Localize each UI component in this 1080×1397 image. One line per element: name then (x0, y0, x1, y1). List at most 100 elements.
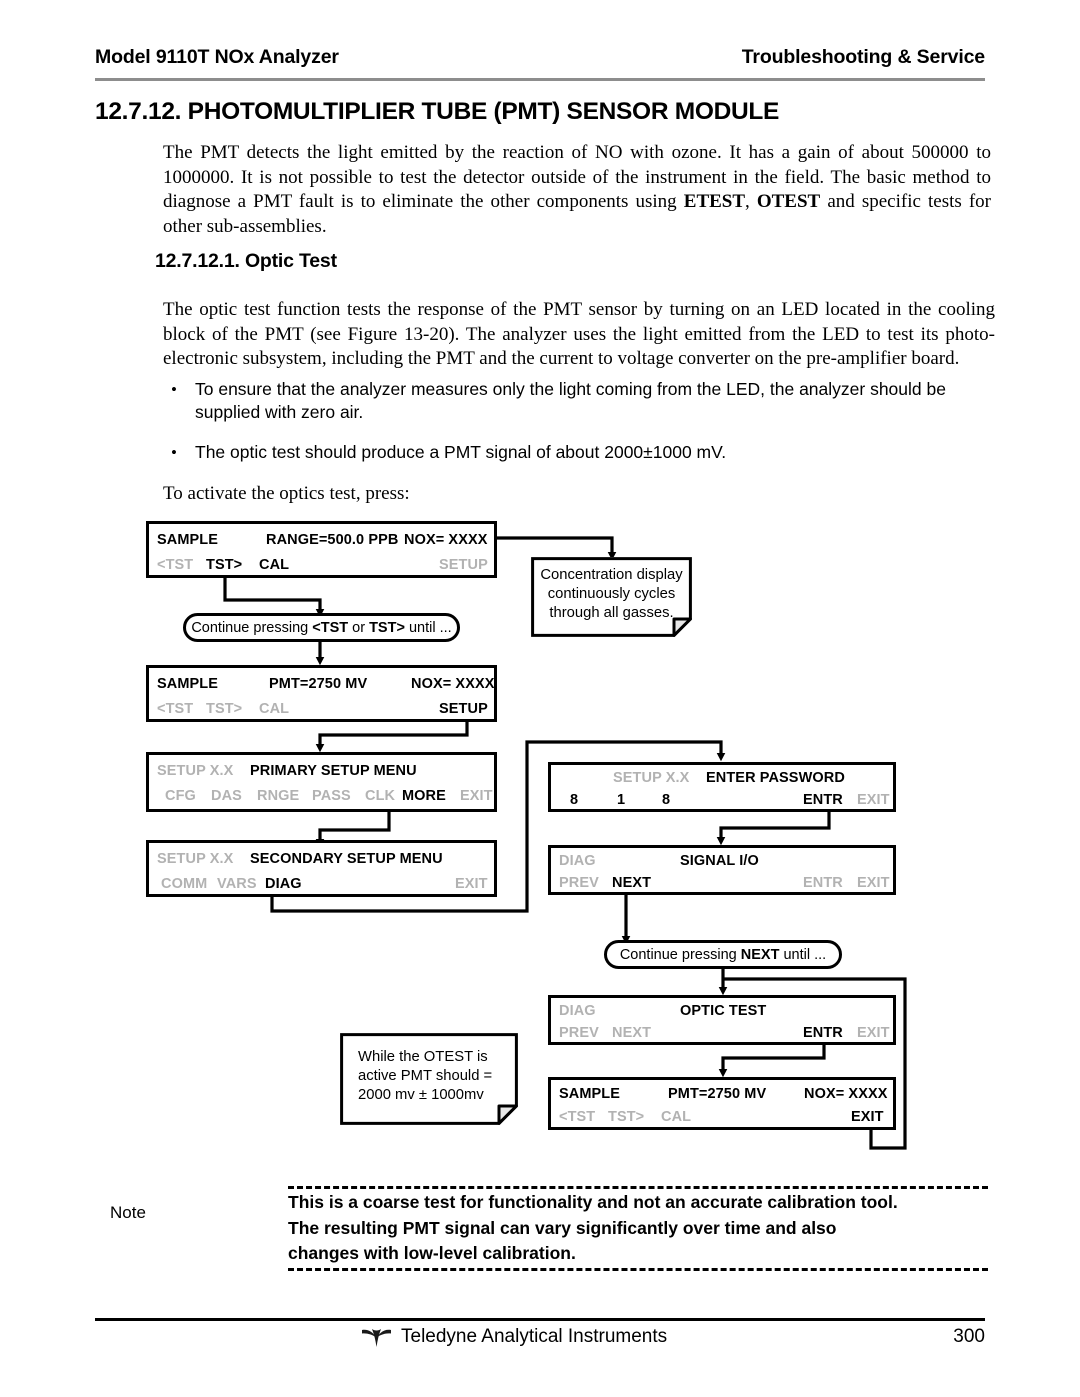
lcd-field-nox: NOX= XXXX (411, 676, 495, 692)
softkey-exit[interactable]: EXIT (857, 875, 890, 891)
softkey-diag[interactable]: DIAG (265, 876, 302, 892)
password-digit-3[interactable]: 8 (662, 792, 670, 808)
page-running-header: Model 9110T NOx Analyzer Troubleshooting… (95, 46, 985, 69)
lcd-panel-optic-test[interactable]: DIAG OPTIC TEST PREV NEXT ENTR EXIT (548, 995, 896, 1045)
bullet-marker-icon: • (171, 443, 177, 462)
softkey-setup[interactable]: SETUP (439, 701, 488, 717)
softkey-cal[interactable]: CAL (259, 557, 289, 573)
lcd-field-mode: SAMPLE (157, 532, 219, 548)
pill-key-tst-prev: <TST (312, 619, 349, 636)
pill-text-post: until ... (404, 619, 452, 636)
teledyne-logo-icon (362, 1328, 391, 1347)
softkey-next[interactable]: NEXT (612, 875, 651, 891)
softkey-cfg[interactable]: CFG (165, 788, 196, 804)
softkey-exit[interactable]: EXIT (455, 876, 488, 892)
lcd-row-status: DIAG SIGNAL I/O (551, 849, 893, 873)
softkey-comm[interactable]: COMM (161, 876, 207, 892)
softkey-prev[interactable]: PREV (559, 1025, 599, 1041)
softkey-das[interactable]: DAS (211, 788, 242, 804)
lcd-row-status: DIAG OPTIC TEST (551, 999, 893, 1023)
list-item: • To ensure that the analyzer measures o… (163, 378, 975, 424)
lcd-panel-secondary-setup-menu[interactable]: SETUP X.X SECONDARY SETUP MENU COMM VARS… (146, 840, 497, 897)
lcd-field-setup-id: SETUP X.X (157, 763, 234, 779)
softkey-next[interactable]: NEXT (612, 1025, 651, 1041)
note-block-bottom-rule (288, 1268, 988, 1271)
otest-term: OTEST (756, 191, 821, 212)
password-digit-1[interactable]: 8 (570, 792, 578, 808)
softkey-tst-next[interactable]: TST> (206, 701, 242, 717)
etest-term: ETEST (683, 191, 746, 212)
softkey-more[interactable]: MORE (402, 788, 446, 804)
note-block-top-rule (288, 1186, 988, 1189)
softkey-vars[interactable]: VARS (217, 876, 257, 892)
softkey-exit[interactable]: EXIT (851, 1109, 884, 1125)
lcd-row-status: SETUP X.X ENTER PASSWORD (551, 766, 893, 790)
lcd-field-menu-title: OPTIC TEST (680, 1003, 767, 1019)
note-body-line: The resulting PMT signal can vary signif… (288, 1217, 837, 1238)
softkey-rnge[interactable]: RNGE (257, 788, 299, 804)
softkey-entr[interactable]: ENTR (803, 1025, 843, 1041)
header-left-title: Model 9110T NOx Analyzer (95, 46, 339, 68)
softkey-exit[interactable]: EXIT (857, 792, 890, 808)
lcd-row-softkeys: <TST TST> CAL SETUP (149, 553, 494, 577)
softkey-pass[interactable]: PASS (312, 788, 351, 804)
lcd-row-softkeys: CFG DAS RNGE PASS CLK MORE EXIT (149, 784, 494, 808)
lcd-row-status: SETUP X.X PRIMARY SETUP MENU (149, 759, 494, 783)
softkey-exit[interactable]: EXIT (460, 788, 493, 804)
softkey-tst-next[interactable]: TST> (206, 557, 242, 573)
pill-text-post: until ... (779, 946, 827, 963)
softkey-setup[interactable]: SETUP (439, 557, 488, 573)
softkey-tst-prev[interactable]: <TST (157, 557, 193, 573)
note-line: While the OTEST is (358, 1048, 488, 1065)
note-line: active PMT should = (358, 1067, 493, 1084)
lcd-field-menu-title: PRIMARY SETUP MENU (250, 763, 417, 779)
intro-text-b: , (745, 191, 757, 212)
lcd-panel-sample-range[interactable]: SAMPLE RANGE=500.0 PPB NOX= XXXX <TST TS… (146, 521, 497, 578)
lcd-row-softkeys: PREV NEXT ENTR EXIT (551, 871, 893, 895)
lcd-panel-sample-pmt-first[interactable]: SAMPLE PMT=2750 MV NOX= XXXX <TST TST> C… (146, 665, 497, 722)
lcd-field-setup-id: SETUP X.X (157, 851, 234, 867)
lcd-row-status: SETUP X.X SECONDARY SETUP MENU (149, 847, 494, 871)
intro-paragraph: The PMT detects the light emitted by the… (163, 141, 991, 239)
bullet-marker-icon: • (171, 380, 177, 399)
pill-key-next: NEXT (740, 946, 780, 963)
note-body: This is a coarse test for functionality … (288, 1190, 988, 1267)
lcd-panel-primary-setup-menu[interactable]: SETUP X.X PRIMARY SETUP MENU CFG DAS RNG… (146, 752, 497, 812)
softkey-prev[interactable]: PREV (559, 875, 599, 891)
lcd-panel-enter-password[interactable]: SETUP X.X ENTER PASSWORD 8 1 8 ENTR EXIT (548, 762, 896, 812)
softkey-tst-prev[interactable]: <TST (157, 701, 193, 717)
page-number: 300 (953, 1326, 985, 1347)
list-item-label: The optic test should produce a PMT sign… (195, 442, 727, 462)
note-line: through all gasses. (549, 604, 674, 621)
instruction-pill-continue-next: Continue pressing NEXT until ... (604, 940, 842, 969)
note-text-block: While the OTEST is active PMT should = 2… (340, 1033, 518, 1125)
footer-company-name: Teledyne Analytical Instruments (401, 1326, 668, 1347)
lcd-field-nox: NOX= XXXX (404, 532, 488, 548)
lcd-panel-signal-io[interactable]: DIAG SIGNAL I/O PREV NEXT ENTR EXIT (548, 845, 896, 895)
lcd-field-range: RANGE=500.0 PPB (266, 532, 399, 548)
note-text-block: Concentration display continuously cycle… (531, 557, 692, 637)
note-line: 2000 mv ± 1000mv (358, 1086, 484, 1103)
pill-key-tst-next: TST> (369, 619, 405, 636)
softkey-cal[interactable]: CAL (661, 1109, 691, 1125)
note-body-line: changes with low-level calibration. (288, 1243, 576, 1263)
list-item-label: To ensure that the analyzer measures onl… (195, 379, 946, 422)
instruction-pill-continue-tst: Continue pressing <TST or TST> until ... (183, 613, 460, 642)
softkey-clk[interactable]: CLK (365, 788, 395, 804)
note-label: Note (110, 1203, 146, 1222)
softkey-tst-next[interactable]: TST> (608, 1109, 644, 1125)
page-footer: Teledyne Analytical Instruments 300 (95, 1326, 985, 1348)
callout-note-concentration: Concentration display continuously cycle… (531, 557, 692, 637)
softkey-exit[interactable]: EXIT (857, 1025, 890, 1041)
lcd-row-softkeys: <TST TST> CAL SETUP (149, 697, 494, 721)
lcd-panel-sample-pmt-final[interactable]: SAMPLE PMT=2750 MV NOX= XXXX <TST TST> C… (548, 1077, 896, 1130)
lcd-field-menu-title: ENTER PASSWORD (706, 770, 845, 786)
lcd-field-pmt: PMT=2750 MV (269, 676, 368, 692)
softkey-entr[interactable]: ENTR (803, 792, 843, 808)
softkey-cal[interactable]: CAL (259, 701, 289, 717)
softkey-tst-prev[interactable]: <TST (559, 1109, 595, 1125)
softkey-entr[interactable]: ENTR (803, 875, 843, 891)
footer-divider-rule (95, 1318, 985, 1321)
header-right-title: Troubleshooting & Service (741, 46, 985, 68)
password-digit-2[interactable]: 1 (617, 792, 625, 808)
